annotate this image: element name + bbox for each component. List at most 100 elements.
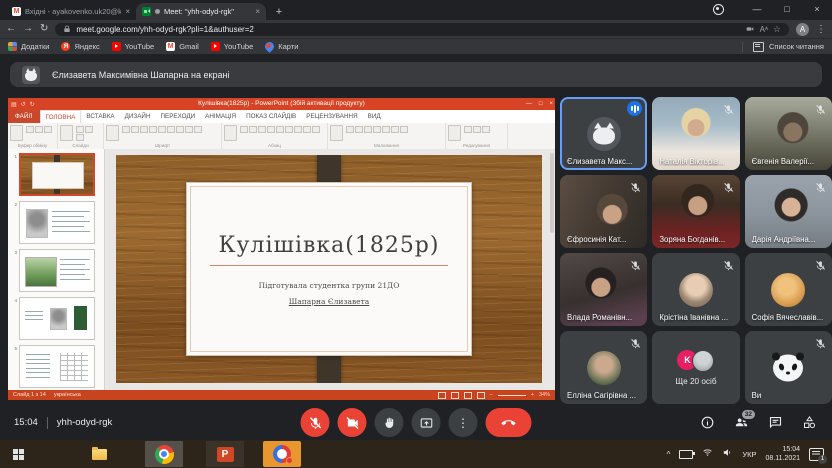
back-icon[interactable]: ← <box>6 20 16 38</box>
ribbon-button[interactable] <box>276 126 284 133</box>
participant-tile-8[interactable]: Софія Вячеславів... <box>745 253 832 326</box>
ribbon-button[interactable] <box>167 126 175 133</box>
ribbon-big-button[interactable] <box>224 125 237 141</box>
ribbon-button[interactable] <box>355 126 363 133</box>
raise-hand-button[interactable] <box>375 408 404 437</box>
ribbon-big-button[interactable] <box>330 125 343 141</box>
address-bar[interactable]: meet.google.com/yhh-odyd-rgk?pli=1&authu… <box>55 23 789 36</box>
profile-avatar[interactable]: А <box>796 23 809 36</box>
participant-tile-3[interactable]: Єфросинія Кат... <box>560 175 647 248</box>
ribbon-button[interactable] <box>258 126 266 133</box>
normal-view-icon[interactable] <box>438 392 446 399</box>
reading-view-icon[interactable] <box>464 392 472 399</box>
speaker-icon[interactable] <box>722 445 733 463</box>
participant-tile-1[interactable]: Наталія Вікторів... <box>652 97 739 170</box>
participant-tile-2[interactable]: Євгенія Валерії... <box>745 97 832 170</box>
ribbon-tab-7[interactable]: РЕЦЕНЗУВАННЯ <box>301 110 362 123</box>
taskbar-clock[interactable]: 15:04 08.11.2021 <box>765 445 800 464</box>
ribbon-button[interactable] <box>382 126 390 133</box>
ribbon-tab-8[interactable]: ВИД <box>363 110 386 123</box>
ribbon-button[interactable] <box>185 126 193 133</box>
ribbon-tab-3[interactable]: ДИЗАЙН <box>120 110 156 123</box>
camera-in-use-icon[interactable] <box>745 24 755 34</box>
ribbon-button[interactable] <box>76 134 84 141</box>
tray-chevron-icon[interactable]: ^ <box>667 450 671 459</box>
slide-thumbnail-1[interactable] <box>19 153 95 196</box>
ribbon-tab-6[interactable]: ПОКАЗ СЛАЙДІВ <box>241 110 301 123</box>
ribbon-tab-5[interactable]: АНІМАЦІЯ <box>200 110 241 123</box>
ribbon-button[interactable] <box>482 126 490 133</box>
ribbon-button[interactable] <box>85 126 93 133</box>
participant-tile-5[interactable]: Дарія Андріївна... <box>745 175 832 248</box>
ribbon-button[interactable] <box>131 126 139 133</box>
ribbon-big-button[interactable] <box>448 125 461 141</box>
participants-button[interactable]: 32 <box>732 414 750 432</box>
ribbon-button[interactable] <box>285 126 293 133</box>
slide-thumbnail-5[interactable] <box>19 345 95 388</box>
participant-tile-11[interactable]: Ви <box>745 331 832 404</box>
participant-tile-6[interactable]: Влада Романівн... <box>560 253 647 326</box>
save-icon[interactable]: ▤ <box>11 101 17 108</box>
ribbon-button[interactable] <box>346 126 354 133</box>
bookmark-5[interactable]: Карти <box>265 42 298 51</box>
browser-tab-0[interactable]: MВхідні - ayakovenko.uk20@kub× <box>6 3 136 20</box>
bookmark-2[interactable]: YouTube <box>112 42 154 51</box>
close-window-button[interactable]: × <box>802 0 832 18</box>
ribbon-button[interactable] <box>44 126 52 133</box>
slide-sorter-icon[interactable] <box>451 392 459 399</box>
powerpoint-taskbar-button[interactable]: P <box>206 441 244 467</box>
ribbon-button[interactable] <box>294 126 302 133</box>
ribbon-tab-4[interactable]: ПЕРЕХОДИ <box>156 110 201 123</box>
bookmark-4[interactable]: YouTube <box>211 42 253 51</box>
slide-thumbnail-2[interactable] <box>19 201 95 244</box>
slide-thumbnail-3[interactable] <box>19 249 95 292</box>
bookmark-1[interactable]: ЯЯндекс <box>61 42 99 51</box>
ribbon-button[interactable] <box>35 126 43 133</box>
end-call-button[interactable] <box>486 408 532 437</box>
language-switcher[interactable]: УКР <box>742 450 756 459</box>
activities-button[interactable] <box>800 414 818 432</box>
ribbon-tab-2[interactable]: ВСТАВКА <box>81 110 119 123</box>
forward-icon[interactable]: → <box>23 20 33 38</box>
ribbon-button[interactable] <box>149 126 157 133</box>
redo-icon[interactable]: ↻ <box>30 101 35 108</box>
ppt-maximize-button[interactable]: □ <box>539 101 543 107</box>
ribbon-tab-0[interactable]: ФАЙЛ <box>8 110 40 123</box>
meeting-details-button[interactable] <box>698 414 716 432</box>
participant-tile-7[interactable]: Крістіна Іванівна ... <box>652 253 739 326</box>
ppt-minimize-button[interactable]: — <box>526 101 532 107</box>
ppt-close-button[interactable]: × <box>549 101 553 107</box>
slideshow-icon[interactable] <box>477 392 485 399</box>
chat-button[interactable] <box>766 414 784 432</box>
ribbon-button[interactable] <box>464 126 472 133</box>
participant-tile-9[interactable]: Елліна Сагірівна ... <box>560 331 647 404</box>
camera-off-button[interactable] <box>338 408 367 437</box>
language-indicator[interactable]: українська <box>54 392 81 398</box>
chrome-taskbar-button[interactable] <box>145 441 183 467</box>
start-button[interactable] <box>1 441 35 467</box>
zoom-out-icon[interactable]: − <box>490 392 493 398</box>
browser-menu-icon[interactable]: ⋮ <box>816 24 826 35</box>
ribbon-button[interactable] <box>473 126 481 133</box>
ribbon-button[interactable] <box>267 126 275 133</box>
participant-tile-4[interactable]: Зоряна Богданів... <box>652 175 739 248</box>
ribbon-button[interactable] <box>158 126 166 133</box>
ribbon-big-button[interactable] <box>10 125 23 141</box>
canvas-scrollbar[interactable] <box>550 153 554 233</box>
ribbon-button[interactable] <box>400 126 408 133</box>
undo-icon[interactable]: ↺ <box>21 101 26 108</box>
present-button[interactable] <box>412 408 441 437</box>
browser-tab-1[interactable]: Meet: "yhh-odyd-rgk"× <box>136 3 266 20</box>
action-center-icon[interactable]: 1 <box>809 448 824 461</box>
wifi-icon[interactable] <box>702 445 713 463</box>
bookmark-3[interactable]: MGmail <box>166 42 199 51</box>
pinned-app-button[interactable] <box>263 441 301 467</box>
ribbon-big-button[interactable] <box>60 125 73 141</box>
ribbon-button[interactable] <box>240 126 248 133</box>
translate-icon[interactable]: Aᴀ <box>760 25 768 34</box>
ribbon-button[interactable] <box>176 126 184 133</box>
bookmark-star-icon[interactable]: ☆ <box>773 24 781 35</box>
ribbon-button[interactable] <box>76 126 84 133</box>
file-explorer-button[interactable] <box>82 441 116 467</box>
ribbon-button[interactable] <box>364 126 372 133</box>
